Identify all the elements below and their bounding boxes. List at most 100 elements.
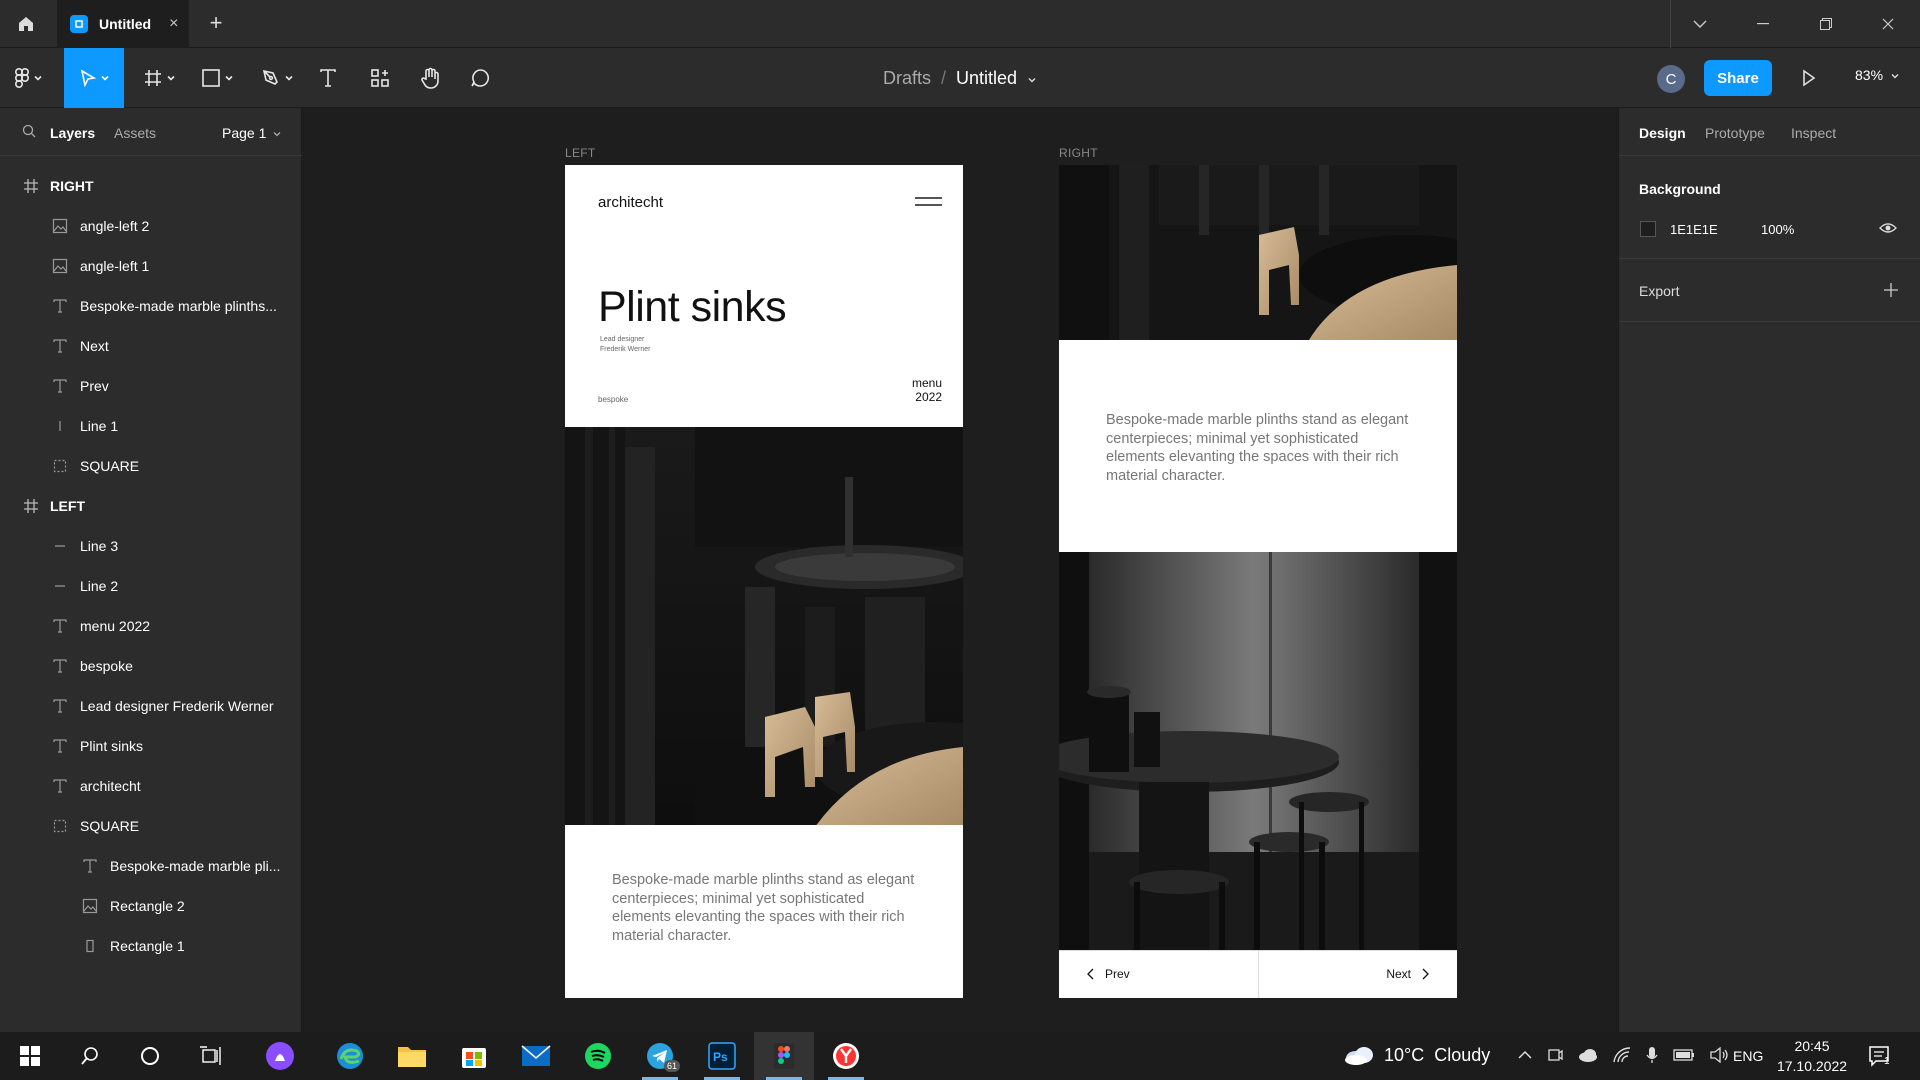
layer-item[interactable]: SQUARE	[0, 446, 302, 486]
layer-item[interactable]: Bespoke-made marble plinths...	[0, 286, 302, 326]
export-section-title[interactable]: Export	[1639, 283, 1679, 299]
language-indicator[interactable]: ENG	[1733, 1048, 1763, 1064]
start-button[interactable]	[4, 1032, 56, 1080]
layer-item[interactable]: angle-left 2	[0, 206, 302, 246]
taskbar-app-edge[interactable]	[324, 1032, 376, 1080]
volume-icon[interactable]	[1710, 1047, 1730, 1063]
avatar[interactable]: C	[1657, 65, 1685, 93]
layer-item[interactable]: Lead designer Frederik Werner	[0, 686, 302, 726]
layer-item[interactable]: menu 2022	[0, 606, 302, 646]
zoom-dropdown[interactable]: 83%	[1855, 67, 1899, 83]
tab-design[interactable]: Design	[1639, 125, 1686, 141]
meet-now-icon[interactable]	[1547, 1047, 1563, 1063]
taskbar-app-explorer[interactable]	[386, 1032, 438, 1080]
close-window-button[interactable]	[1858, 0, 1918, 48]
layer-item[interactable]: Line 2	[0, 566, 302, 606]
next-link[interactable]: Next	[1386, 967, 1429, 981]
move-tool[interactable]	[64, 48, 124, 108]
tab-close-icon[interactable]: ×	[169, 15, 178, 33]
layer-item[interactable]: Line 3	[0, 526, 302, 566]
taskbar-app-store[interactable]	[448, 1032, 500, 1080]
breadcrumb-drafts[interactable]: Drafts	[883, 68, 931, 89]
main-menu-button[interactable]	[0, 48, 56, 108]
weather-widget[interactable]: 10°C Cloudy	[1344, 1044, 1490, 1066]
text-tool[interactable]	[312, 48, 344, 108]
minimize-button[interactable]	[1733, 0, 1793, 48]
background-color-swatch[interactable]	[1640, 221, 1656, 237]
layer-item[interactable]: angle-left 1	[0, 246, 302, 286]
pen-tool[interactable]	[252, 48, 302, 108]
taskbar-app-alice[interactable]	[254, 1032, 306, 1080]
layer-item[interactable]: SQUARE	[0, 806, 302, 846]
hero-title[interactable]: Plint sinks	[598, 283, 787, 332]
layer-item[interactable]: LEFT	[0, 486, 302, 526]
present-button[interactable]	[1796, 66, 1820, 90]
restore-button[interactable]	[1796, 0, 1856, 48]
body-text[interactable]: Bespoke-made marble plinths stand as ele…	[612, 871, 917, 945]
tab-layers[interactable]: Layers	[50, 125, 95, 141]
new-tab-button[interactable]: +	[204, 12, 228, 36]
cortana-button[interactable]	[124, 1032, 176, 1080]
layer-item[interactable]: architecht	[0, 766, 302, 806]
menu-year-text[interactable]: menu 2022	[905, 376, 942, 404]
battery-icon[interactable]	[1673, 1049, 1695, 1061]
microphone-icon[interactable]	[1646, 1046, 1658, 1064]
share-button[interactable]: Share	[1704, 60, 1772, 96]
shape-tool[interactable]	[192, 48, 242, 108]
file-menu-chevron[interactable]	[1027, 68, 1037, 89]
comment-tool[interactable]	[464, 48, 496, 108]
interior-photo[interactable]	[565, 427, 963, 825]
prev-link[interactable]: Prev	[1087, 967, 1130, 981]
layer-item[interactable]: Bespoke-made marble pli...	[0, 846, 302, 886]
taskbar-app-mail[interactable]	[510, 1032, 562, 1080]
interior-photo-bottom[interactable]	[1059, 552, 1457, 950]
taskbar-app-yandex[interactable]	[820, 1032, 872, 1080]
body-text[interactable]: Bespoke-made marble plinths stand as ele…	[1106, 411, 1411, 485]
frame-label-left[interactable]: LEFT	[565, 146, 596, 160]
file-name[interactable]: Untitled	[956, 68, 1017, 89]
logo-text[interactable]: architecht	[598, 194, 663, 211]
taskbar-app-figma[interactable]	[754, 1032, 814, 1080]
layer-item[interactable]: Prev	[0, 366, 302, 406]
layer-item[interactable]: RIGHT	[0, 166, 302, 206]
canvas[interactable]: LEFT RIGHT architecht Plint sinks Lead d…	[302, 108, 1618, 1032]
resources-tool[interactable]	[364, 48, 396, 108]
wifi-icon[interactable]	[1613, 1047, 1631, 1063]
layer-item[interactable]: Line 1	[0, 406, 302, 446]
search-layers-button[interactable]	[22, 124, 36, 141]
layer-item[interactable]: Rectangle 2	[0, 886, 302, 926]
layer-item[interactable]: Rectangle 1	[0, 926, 302, 966]
hamburger-menu-icon[interactable]	[915, 197, 942, 206]
frame-left[interactable]: architecht Plint sinks Lead designer Fre…	[565, 165, 963, 998]
clock[interactable]: 20:45 17.10.2022	[1772, 1036, 1852, 1076]
file-tab[interactable]: Untitled ×	[57, 0, 189, 48]
page-selector[interactable]: Page 1	[222, 125, 281, 141]
background-hex-input[interactable]: 1E1E1E	[1670, 222, 1718, 237]
taskbar-app-telegram[interactable]: 61	[634, 1032, 686, 1080]
background-opacity-input[interactable]: 100%	[1761, 222, 1794, 237]
tab-prototype[interactable]: Prototype	[1705, 125, 1765, 141]
taskbar-app-spotify[interactable]	[572, 1032, 624, 1080]
layer-item[interactable]: Next	[0, 326, 302, 366]
task-view-button[interactable]	[184, 1032, 236, 1080]
add-export-button[interactable]	[1883, 278, 1899, 304]
chevron-up-icon[interactable]	[1518, 1050, 1532, 1060]
lead-designer-text[interactable]: Lead designer Frederik Werner	[600, 335, 680, 355]
onedrive-cloud-icon[interactable]	[1578, 1048, 1598, 1062]
bespoke-text[interactable]: bespoke	[598, 395, 628, 404]
tab-assets[interactable]: Assets	[114, 125, 156, 141]
frame-label-right[interactable]: RIGHT	[1059, 146, 1098, 160]
layer-item[interactable]: bespoke	[0, 646, 302, 686]
tabs-dropdown-button[interactable]	[1670, 0, 1730, 48]
tab-inspect[interactable]: Inspect	[1791, 125, 1836, 141]
home-button[interactable]	[0, 0, 52, 48]
frame-tool[interactable]	[134, 48, 184, 108]
taskbar-app-photoshop[interactable]: Ps	[696, 1032, 748, 1080]
interior-photo-top[interactable]	[1059, 165, 1457, 340]
hand-tool[interactable]	[414, 48, 446, 108]
frame-right[interactable]: Bespoke-made marble plinths stand as ele…	[1059, 165, 1457, 998]
visibility-toggle[interactable]	[1879, 221, 1897, 240]
layer-item[interactable]: Plint sinks	[0, 726, 302, 766]
notification-center-button[interactable]: 1	[1868, 1044, 1892, 1073]
taskbar-search-button[interactable]	[64, 1032, 116, 1080]
